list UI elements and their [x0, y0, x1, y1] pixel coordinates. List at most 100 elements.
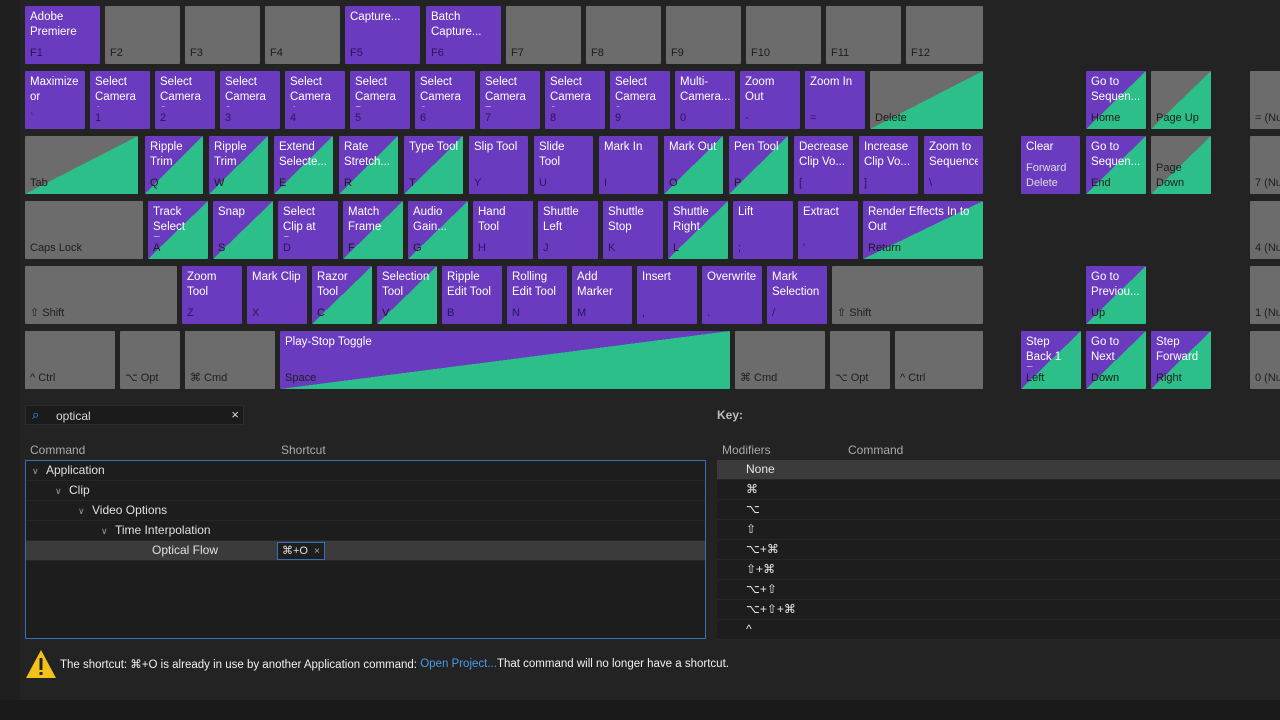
key-v[interactable]: Selection Tool V [377, 266, 437, 324]
key-a[interactable]: Track Select F... A [148, 201, 208, 259]
modifier-row[interactable]: ⇧+⌘ [717, 560, 1280, 580]
key-up[interactable]: Go to Previou... Up [1086, 266, 1146, 324]
modifier-list[interactable]: None⌘⌥⇧⌥+⌘⇧+⌘⌥+⇧⌥+⇧+⌘^^+⌘ [717, 460, 1280, 640]
key-home[interactable]: Go to Sequen... Home [1086, 71, 1146, 129]
key--cmd[interactable]: ⌘ Cmd [735, 331, 825, 389]
key--shift[interactable]: ⇧ Shift [25, 266, 177, 324]
key-return[interactable]: Render Effects In to Out Return [863, 201, 983, 259]
key-n[interactable]: Rolling Edit Tool N [507, 266, 567, 324]
key-o[interactable]: Mark Out O [664, 136, 723, 194]
clear-search-button[interactable]: × [231, 407, 239, 422]
key--num[interactable]: = (Num [1250, 71, 1280, 129]
key-2[interactable]: Select Camera 2 2 [155, 71, 215, 129]
key-0-nu[interactable]: 0 (Nu [1250, 331, 1280, 389]
remove-shortcut-icon[interactable]: × [314, 546, 320, 557]
key-t[interactable]: Type Tool T [404, 136, 463, 194]
key-1-nu[interactable]: 1 (Nu [1250, 266, 1280, 324]
modifier-row[interactable]: ⌥ [717, 500, 1280, 520]
key--[interactable]: Zoom to Sequence \ [924, 136, 983, 194]
key-s[interactable]: Snap S [213, 201, 273, 259]
key-f10[interactable]: F10 [746, 6, 821, 64]
chevron-down-icon[interactable]: ∨ [101, 522, 115, 541]
key-q[interactable]: Ripple Trim Q [145, 136, 203, 194]
modifier-row[interactable]: ⌘ [717, 480, 1280, 500]
command-tree[interactable]: ∨ Application ∨ Clip ∨ Video Options ∨ Time Int… [25, 460, 706, 639]
key--[interactable]: Extract ' [798, 201, 858, 259]
key-4[interactable]: Select Camera 4 4 [285, 71, 345, 129]
key-f[interactable]: Match Frame F [343, 201, 403, 259]
shortcut-chip[interactable]: ⌘+O × [277, 542, 325, 560]
key-f11[interactable]: F11 [826, 6, 901, 64]
key-1[interactable]: Select Camera 1 1 [90, 71, 150, 129]
key-y[interactable]: Slip Tool Y [469, 136, 528, 194]
column-header-key-command[interactable]: Command [848, 443, 903, 457]
key--[interactable]: Overwrite. [702, 266, 762, 324]
key-space[interactable]: Play-Stop Toggle Space [280, 331, 730, 389]
key--[interactable]: Insert, [637, 266, 697, 324]
column-header-modifiers[interactable]: Modifiers [722, 443, 771, 457]
key-caps-lock[interactable]: Caps Lock [25, 201, 143, 259]
command-row[interactable]: Optical Flow ⌘+O × [26, 541, 705, 561]
key--shift[interactable]: ⇧ Shift [832, 266, 983, 324]
key--[interactable]: Zoom Out - [740, 71, 800, 129]
key-3[interactable]: Select Camera 3 3 [220, 71, 280, 129]
key-e[interactable]: Extend Selecte... E [274, 136, 333, 194]
key-delete[interactable]: Delete [870, 71, 983, 129]
key-u[interactable]: Slide Tool U [534, 136, 593, 194]
key-j[interactable]: Shuttle Left J [538, 201, 598, 259]
key-l[interactable]: Shuttle Right L [668, 201, 728, 259]
key-d[interactable]: Select Clip at P... D [278, 201, 338, 259]
key-5[interactable]: Select Camera 5 5 [350, 71, 410, 129]
key-f7[interactable]: F7 [506, 6, 581, 64]
command-row[interactable]: ∨ Application [26, 461, 705, 481]
key-left[interactable]: Step Back 1 Frame Left [1021, 331, 1081, 389]
key-m[interactable]: Add Marker M [572, 266, 632, 324]
key-9[interactable]: Select Camera 9 9 [610, 71, 670, 129]
key-z[interactable]: Zoom Tool Z [182, 266, 242, 324]
key-right[interactable]: Step Forward Right [1151, 331, 1211, 389]
key-7[interactable]: Select Camera 7 7 [480, 71, 540, 129]
key-g[interactable]: Audio Gain... G [408, 201, 468, 259]
key-down[interactable]: Go to Next Down [1086, 331, 1146, 389]
modifier-row[interactable]: ⌥+⇧ [717, 580, 1280, 600]
key-f8[interactable]: F8 [586, 6, 661, 64]
modifier-row[interactable]: ⇧ [717, 520, 1280, 540]
chevron-down-icon[interactable]: ∨ [55, 482, 69, 501]
modifier-row[interactable]: ⌥+⌘ [717, 540, 1280, 560]
key-page-down[interactable]: Page Down [1151, 136, 1211, 194]
key-b[interactable]: Ripple Edit Tool B [442, 266, 502, 324]
key--opt[interactable]: ⌥ Opt [120, 331, 180, 389]
modifier-row[interactable]: ⌥+⇧+⌘ [717, 600, 1280, 620]
key-0[interactable]: Multi-Camera... 0 [675, 71, 735, 129]
key--[interactable]: Mark Selection / [767, 266, 827, 324]
column-header-shortcut[interactable]: Shortcut [281, 443, 326, 457]
open-project-link[interactable]: Open Project... [420, 658, 497, 670]
key-tab[interactable]: Tab [25, 136, 138, 194]
key-6[interactable]: Select Camera 6 6 [415, 71, 475, 129]
key--[interactable]: Zoom In = [805, 71, 865, 129]
key-f6[interactable]: Batch Capture... F6 [426, 6, 501, 64]
key--opt[interactable]: ⌥ Opt [830, 331, 890, 389]
chevron-down-icon[interactable]: ∨ [32, 462, 46, 481]
search-field[interactable]: ⌕ × [25, 405, 244, 425]
column-header-command[interactable]: Command [30, 443, 85, 457]
key--ctrl[interactable]: ^ Ctrl [25, 331, 115, 389]
key-r[interactable]: Rate Stretch... R [339, 136, 398, 194]
key--[interactable]: Lift; [733, 201, 793, 259]
chevron-down-icon[interactable]: ∨ [78, 502, 92, 521]
key-4-nu[interactable]: 4 (Nu [1250, 201, 1280, 259]
key-8[interactable]: Select Camera 8 8 [545, 71, 605, 129]
command-row[interactable]: ∨ Time Interpolation [26, 521, 705, 541]
key-f2[interactable]: F2 [105, 6, 180, 64]
key-page-up[interactable]: Page Up [1151, 71, 1211, 129]
key--cmd[interactable]: ⌘ Cmd [185, 331, 275, 389]
search-input[interactable] [54, 408, 228, 424]
command-row[interactable]: ∨ Clip [26, 481, 705, 501]
key-p[interactable]: Pen Tool P [729, 136, 788, 194]
key--[interactable]: Maximize or ` [25, 71, 85, 129]
key-w[interactable]: Ripple Trim W [209, 136, 268, 194]
key-f1[interactable]: Adobe Premiere F1 [25, 6, 100, 64]
modifier-row[interactable]: ^ [717, 620, 1280, 640]
key--[interactable]: Decrease Clip Vo... [ [794, 136, 853, 194]
key--ctrl[interactable]: ^ Ctrl [895, 331, 983, 389]
